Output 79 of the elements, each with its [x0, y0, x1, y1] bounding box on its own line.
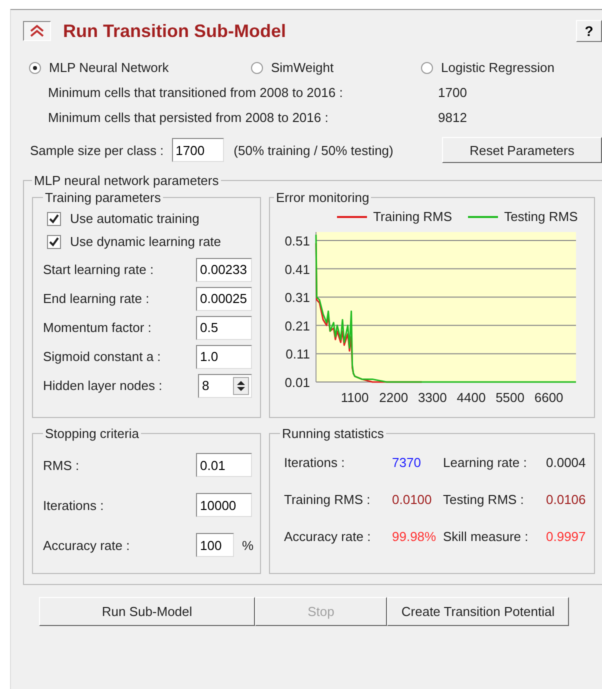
collapse-button[interactable]: [23, 21, 51, 41]
radio-option[interactable]: MLP Neural Network: [29, 60, 251, 75]
stat-label: Learning rate :: [443, 455, 528, 470]
field-label: RMS :: [43, 458, 80, 472]
criteria-field[interactable]: 0.01: [196, 453, 252, 477]
criteria-field[interactable]: 10000: [196, 493, 252, 517]
checkbox[interactable]: [47, 212, 61, 226]
stat-value: 0.9997: [546, 529, 586, 544]
axis-label: 0.11: [286, 346, 310, 362]
action-button[interactable]: Create Transition Potential: [387, 597, 569, 626]
legend-label: Training RMS: [373, 209, 452, 224]
axis-label: 3300: [418, 390, 447, 405]
group-title: MLP neural network parameters: [33, 173, 220, 188]
double-chevron-icon: [29, 24, 45, 38]
info-value: 9812: [438, 110, 468, 125]
axis-label: 0.31: [284, 290, 310, 306]
stat-label: Iterations :: [284, 455, 346, 470]
field-label: End learning rate :: [43, 291, 150, 306]
radio-option[interactable]: Logistic Regression: [421, 60, 602, 75]
radio-label: Logistic Regression: [441, 60, 554, 75]
parameter-field[interactable]: 1.0: [196, 344, 252, 368]
radio-label: SimWeight: [271, 60, 334, 75]
radio-button[interactable]: [29, 62, 41, 74]
sample-size-field[interactable]: 1700: [172, 138, 224, 162]
action-button[interactable]: Run Sub-Model: [39, 597, 255, 626]
check-icon: [49, 236, 59, 246]
sample-split-note: (50% training / 50% testing): [234, 142, 394, 158]
axis-label: 5500: [496, 390, 524, 405]
sample-size-label: Sample size per class :: [30, 142, 164, 158]
field-label: Hidden layer nodes :: [43, 378, 162, 393]
spinner-field[interactable]: 8: [198, 374, 252, 398]
axis-label: 0.41: [284, 262, 310, 277]
stat-label: Accuracy rate :: [284, 529, 372, 544]
stat-label: Testing RMS :: [443, 492, 525, 507]
parameter-field[interactable]: 0.5: [196, 316, 252, 340]
field-label: Sigmoid constant a :: [43, 349, 161, 364]
axis-label: 0.21: [284, 318, 310, 334]
checkbox-label: Use dynamic learning rate: [70, 234, 222, 249]
panel-title: Run Transition Sub-Model: [63, 20, 287, 42]
stat-value: 99.98%: [392, 529, 438, 544]
spinner-input[interactable]: 8: [202, 378, 232, 393]
stat-value: 0.0004: [546, 455, 586, 470]
checkbox-label: Use automatic training: [70, 211, 200, 226]
radio-label: MLP Neural Network: [49, 60, 169, 75]
stat-label: Training RMS :: [284, 492, 372, 507]
field-label: Start learning rate :: [43, 262, 154, 277]
reset-parameters-button[interactable]: Reset Parameters: [442, 137, 602, 163]
group-title: Running statistics: [281, 426, 385, 441]
criteria-field[interactable]: 100: [196, 533, 234, 557]
axis-label: 6600: [534, 390, 564, 405]
radio-option[interactable]: SimWeight: [251, 60, 421, 75]
stat-value: 7370: [392, 455, 422, 470]
field-label: Accuracy rate :: [43, 538, 131, 552]
check-icon: [49, 214, 59, 224]
field-label: Iterations :: [43, 498, 105, 512]
radio-button[interactable]: [421, 62, 433, 74]
spin-arrows-icon[interactable]: [233, 376, 249, 394]
stat-label: Skill measure :: [443, 529, 530, 544]
info-label: Minimum cells that transitioned from 2008 to 2016 :: [48, 85, 344, 100]
group-title: Training parameters: [44, 190, 162, 205]
group-title: Stopping criteria: [44, 426, 140, 441]
axis-label: 0.51: [284, 234, 310, 248]
stat-value: 0.0100: [392, 492, 433, 507]
info-value: 1700: [438, 85, 468, 100]
group-title: Error monitoring: [275, 190, 370, 205]
checkbox[interactable]: [47, 234, 61, 248]
parameter-field[interactable]: 0.00025: [196, 286, 252, 310]
axis-label: 0.01: [284, 375, 310, 390]
axis-label: 2200: [379, 390, 408, 405]
stat-value: 0.0106: [546, 492, 586, 507]
field-label: Momentum factor :: [43, 320, 152, 335]
unit-label: %: [242, 538, 252, 552]
axis-label: 1100: [340, 390, 369, 405]
radio-button[interactable]: [251, 62, 263, 74]
legend-label: Testing RMS: [504, 209, 578, 224]
help-button[interactable]: ?: [576, 20, 602, 42]
info-label: Minimum cells that persisted from 2008 to 2016 :: [48, 110, 330, 125]
parameter-field[interactable]: 0.00233: [196, 258, 252, 282]
axis-label: 4400: [456, 390, 486, 405]
